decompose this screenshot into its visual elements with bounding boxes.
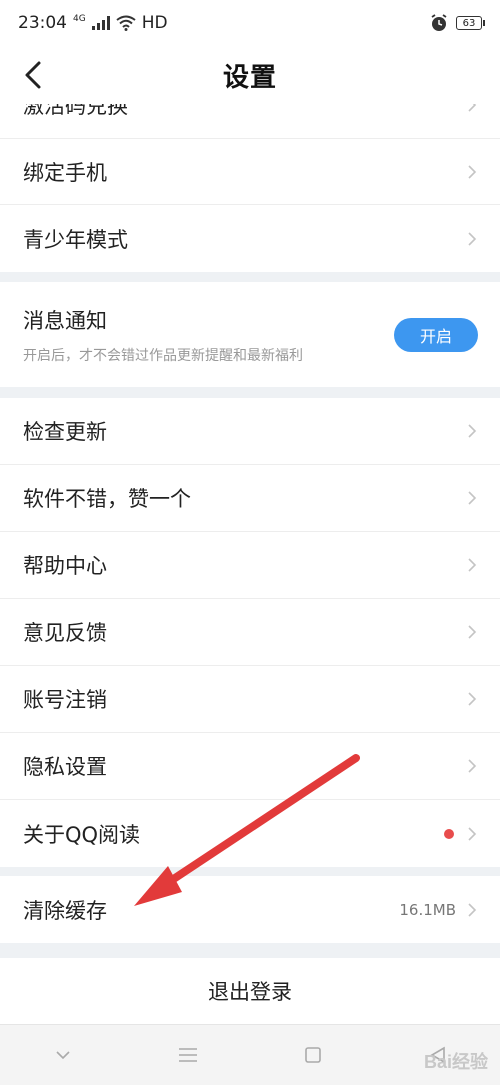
notification-enable-button[interactable]: 开启 [394,317,478,352]
settings-row-teen-mode[interactable]: 青少年模式 [0,205,500,272]
chevron-right-icon [468,164,477,179]
row-label: 检查更新 [23,420,107,444]
settings-group-cache: 清除缓存 16.1MB [0,876,500,943]
settings-row-bind-phone[interactable]: 绑定手机 [0,138,500,205]
notification-subtitle: 开启后，才不会错过作品更新提醒和最新福利 [23,347,303,364]
cache-size: 16.1MB [399,900,456,919]
chevron-right-icon [468,558,477,572]
hd-indicator: HD [141,13,168,33]
settings-row-about[interactable]: 关于QQ阅读 [0,800,500,867]
wifi-icon [116,15,136,31]
status-time: 23:04 [18,13,67,33]
settings-group-top: 激活码兑换 [0,104,500,138]
signal-icon [91,16,110,30]
home-square-icon [304,1047,321,1063]
status-left: 23:04 4G HD [18,13,168,33]
chevron-down-icon [55,1051,70,1060]
battery-level: 63 [462,17,476,29]
notification-title: 消息通知 [23,308,107,333]
row-label: 激活码兑换 [23,104,128,118]
row-label: 帮助中心 [23,554,107,578]
row-label: 清除缓存 [23,898,107,923]
logout-button[interactable]: 退出登录 [0,958,500,1024]
settings-row-check-update[interactable]: 检查更新 [0,398,500,465]
nav-bar: 设置 [0,46,500,105]
page-title: 设置 [222,62,277,93]
settings-group-notification: 消息通知 开启后，才不会错过作品更新提醒和最新福利 开启 [0,282,500,387]
menu-icon [178,1048,197,1062]
settings-row-privacy[interactable]: 隐私设置 [0,733,500,800]
chevron-right-icon [468,491,477,505]
chevron-right-icon [468,625,477,639]
settings-group-general: 检查更新 软件不错，赞一个 帮助中心 意见反馈 账号注销 隐私设置 关于QQ阅读 [0,398,500,867]
row-label: 青少年模式 [23,227,128,252]
new-badge-dot [444,828,454,839]
row-label: 意见反馈 [23,621,107,645]
settings-row-clear-cache[interactable]: 清除缓存 16.1MB [0,876,500,943]
logout-label: 退出登录 [208,980,292,1004]
settings-row-rate-app[interactable]: 软件不错，赞一个 [0,465,500,532]
back-button[interactable] [18,58,48,92]
settings-group-account: 绑定手机 青少年模式 [0,138,500,272]
row-label: 账号注销 [23,688,107,712]
settings-row-delete-account[interactable]: 账号注销 [0,666,500,733]
row-label: 软件不错，赞一个 [23,487,191,511]
chevron-right-icon [468,424,477,438]
settings-row-help-center[interactable]: 帮助中心 [0,532,500,599]
settings-row-feedback[interactable]: 意见反馈 [0,599,500,666]
nav-collapse-button[interactable] [43,1035,83,1075]
status-right: 63 [430,14,485,32]
notification-text: 消息通知 开启后，才不会错过作品更新提醒和最新福利 [23,305,394,365]
status-bar: 23:04 4G HD 63 [0,0,500,46]
network-type: 4G [73,14,86,24]
chevron-right-icon [468,104,477,112]
settings-row-notification: 消息通知 开启后，才不会错过作品更新提醒和最新福利 开启 [0,282,500,387]
alarm-icon [431,14,447,31]
chevron-right-icon [468,759,477,773]
back-arrow-icon [25,61,41,89]
settings-row-activation-code[interactable]: 激活码兑换 [0,104,500,138]
chevron-right-icon [468,231,477,246]
chevron-right-icon [468,692,477,706]
baidu-watermark: Bai经验 [423,1052,488,1072]
nav-home-button[interactable] [293,1035,333,1075]
nav-menu-button[interactable] [168,1035,208,1075]
battery-icon: 63 [456,16,485,30]
chevron-right-icon [468,902,477,917]
row-label: 关于QQ阅读 [23,822,141,847]
row-label: 绑定手机 [23,160,107,185]
row-label: 隐私设置 [23,755,107,779]
chevron-right-icon [468,826,477,841]
